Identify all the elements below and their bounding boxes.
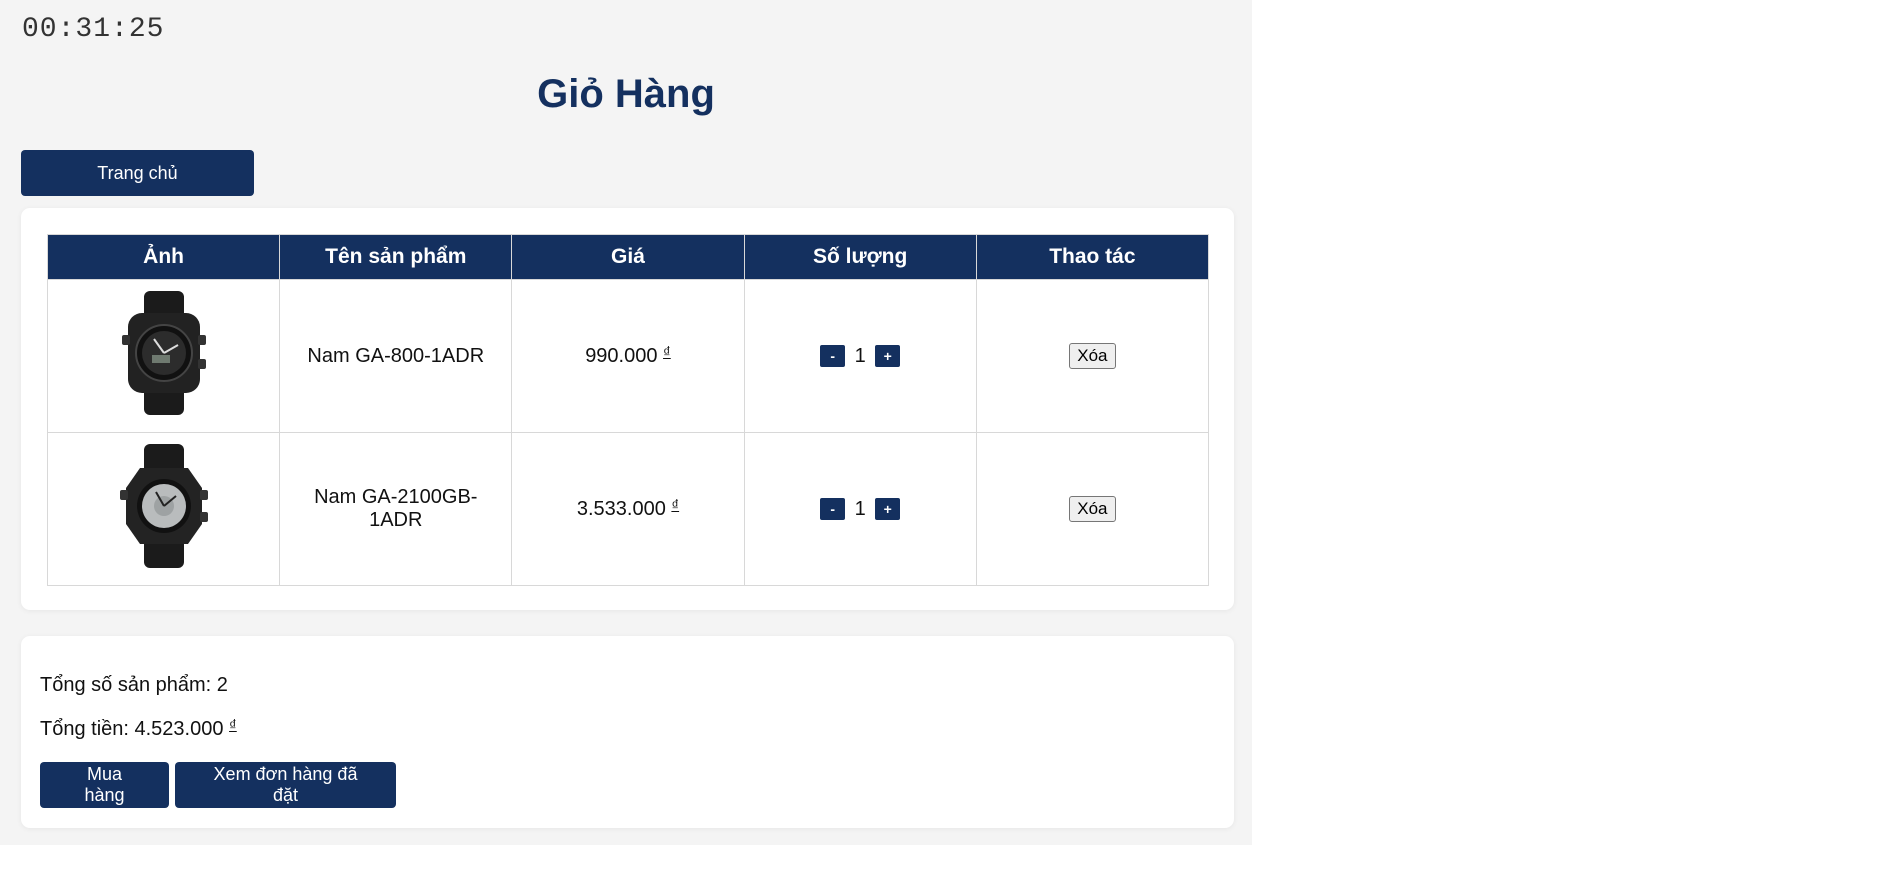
total-price-text: Tổng tiền: 4.523.000 <box>40 718 224 740</box>
increase-quantity-button[interactable]: + <box>875 345 901 368</box>
total-price-line: Tổng tiền: 4.523.000 ₫ <box>40 717 237 741</box>
column-header-name: Tên sản phẩm <box>279 234 513 280</box>
cart-table: Ảnh Tên sản phẩm Giá Số lượng Thao tác N… <box>46 234 1210 586</box>
delete-button[interactable]: Xóa <box>1069 496 1116 522</box>
product-image-cell <box>46 279 281 433</box>
product-price: 990.000 <box>585 345 658 367</box>
total-items-text: Tổng số sản phẩm: 2 <box>40 674 228 696</box>
cart-table-card: Ảnh Tên sản phẩm Giá Số lượng Thao tác N… <box>21 208 1234 610</box>
quantity-cell: - 1 + <box>743 432 977 586</box>
page-title: Giỏ Hàng <box>537 72 715 116</box>
home-button[interactable]: Trang chủ <box>21 150 254 196</box>
product-name: Nam GA-800-1ADR <box>279 279 513 433</box>
table-header-row: Ảnh Tên sản phẩm Giá Số lượng Thao tác <box>46 234 1210 280</box>
decrease-quantity-button[interactable]: - <box>820 345 846 368</box>
watch-black-ga800-icon <box>121 291 206 415</box>
currency-symbol: ₫ <box>663 344 671 361</box>
quantity-stepper: - 1 + <box>820 497 901 521</box>
page-container: 00:31:25 Giỏ Hàng Trang chủ Ảnh Tên sản … <box>0 0 1252 845</box>
table-row: Nam GA-800-1ADR 990.000 ₫ - 1 + Xóa <box>46 279 1210 433</box>
product-name: Nam GA-2100GB-1ADR <box>279 432 513 586</box>
clock-display: 00:31:25 <box>22 14 165 45</box>
column-header-quantity: Số lượng <box>743 234 977 280</box>
view-orders-button[interactable]: Xem đơn hàng đã đặt <box>175 762 396 808</box>
column-header-price: Giá <box>511 234 745 280</box>
product-image-cell <box>46 432 281 586</box>
product-price-cell: 990.000 ₫ <box>511 279 745 433</box>
column-header-image: Ảnh <box>46 234 281 280</box>
table-row: Nam GA-2100GB-1ADR 3.533.000 ₫ - 1 + Xóa <box>46 432 1210 586</box>
delete-button[interactable]: Xóa <box>1069 343 1116 369</box>
watch-black-silver-ga2100-icon <box>119 444 208 568</box>
product-price: 3.533.000 <box>576 498 666 520</box>
quantity-stepper: - 1 + <box>820 344 901 368</box>
increase-quantity-button[interactable]: + <box>875 498 901 521</box>
currency-symbol: ₫ <box>671 497 680 514</box>
actions-cell: Xóa <box>975 432 1210 586</box>
currency-symbol: ₫ <box>229 717 237 734</box>
product-price-cell: 3.533.000 ₫ <box>511 432 745 586</box>
cart-summary-card: Tổng số sản phẩm: 2 Tổng tiền: 4.523.000… <box>21 636 1234 828</box>
quantity-cell: - 1 + <box>743 279 977 433</box>
quantity-value: 1 <box>854 497 866 520</box>
actions-cell: Xóa <box>975 279 1210 433</box>
quantity-value: 1 <box>854 344 866 367</box>
decrease-quantity-button[interactable]: - <box>820 498 846 521</box>
buy-button[interactable]: Mua hàng <box>40 762 169 808</box>
column-header-actions: Thao tác <box>975 234 1210 280</box>
